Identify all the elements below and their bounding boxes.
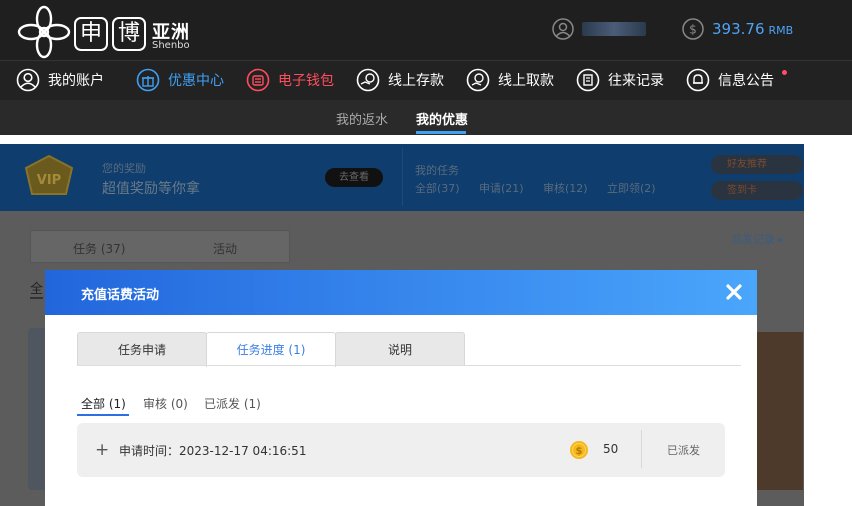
- brand-char-1: 申: [74, 17, 108, 51]
- brand-logo[interactable]: 申 博 亚洲 Shenbo: [14, 2, 204, 59]
- nav-promo-center[interactable]: 优惠中心: [136, 60, 224, 100]
- bg-tab-bar: 任务 (37) 活动: [30, 230, 290, 263]
- dispatch-records-link[interactable]: 派发记录 ▸: [731, 231, 784, 247]
- friend-referral-button[interactable]: 好友推荐: [711, 155, 803, 174]
- tab-task-progress[interactable]: 任务进度 (1): [206, 332, 336, 367]
- balance-amount: 393.76: [712, 20, 765, 38]
- expand-icon[interactable]: +: [95, 440, 109, 460]
- balance-display: 393.76 RMB: [712, 20, 793, 38]
- bg-card-left: [28, 328, 46, 490]
- filter-review[interactable]: 审核 (0): [143, 395, 188, 412]
- task-claim-count[interactable]: 立即领(2): [607, 180, 656, 196]
- record-separator: [641, 430, 642, 468]
- nav-my-account[interactable]: 我的账户: [16, 60, 104, 100]
- subnav-active-indicator: [416, 131, 466, 134]
- nav-announcements[interactable]: 信息公告: [686, 60, 774, 100]
- deposit-icon: [356, 68, 380, 92]
- tab-description[interactable]: 说明: [335, 332, 465, 366]
- svg-text:$: $: [689, 23, 697, 37]
- nav-e-wallet[interactable]: 电子钱包: [246, 60, 334, 100]
- close-icon[interactable]: [725, 283, 743, 301]
- withdraw-icon: [466, 68, 490, 92]
- flower-logo-icon: [17, 5, 71, 59]
- bell-icon: [686, 68, 710, 92]
- vip-badge-icon: VIP: [24, 154, 74, 195]
- user-icon: [16, 68, 40, 92]
- task-apply-count[interactable]: 申请(21): [479, 180, 524, 196]
- filter-all[interactable]: 全部 (1): [81, 395, 126, 412]
- task-review-count[interactable]: 审核(12): [543, 180, 588, 196]
- bg-filter-all[interactable]: 全: [30, 278, 44, 299]
- nav-label: 我的账户: [48, 73, 104, 89]
- reward-amount: 50: [603, 442, 619, 456]
- svg-text:VIP: VIP: [37, 173, 61, 188]
- nav-label: 线上取款: [498, 73, 554, 89]
- nav-online-withdraw[interactable]: 线上取款: [466, 60, 554, 100]
- nav-label: 往来记录: [608, 73, 664, 89]
- balance-unit: RMB: [768, 24, 794, 37]
- tab-task-apply[interactable]: 任务申请: [77, 332, 207, 366]
- filter-dispatched[interactable]: 已派发 (1): [204, 395, 261, 412]
- nav-online-deposit[interactable]: 线上存款: [356, 60, 444, 100]
- bg-card-right: [757, 332, 803, 490]
- apply-time: 申请时间：2023-12-17 04:16:51: [119, 444, 307, 458]
- record-status: 已派发: [667, 444, 700, 457]
- svg-text:$: $: [576, 446, 583, 457]
- wallet-icon: [246, 68, 270, 92]
- bg-tab-events[interactable]: 活动: [213, 240, 237, 257]
- nav-label: 优惠中心: [168, 73, 224, 89]
- user-avatar-icon[interactable]: [552, 18, 574, 40]
- filter-active-indicator: [77, 414, 129, 416]
- sub-nav: 我的返水 我的优惠: [0, 100, 852, 135]
- dollar-icon: $: [682, 18, 704, 40]
- subnav-my-rebate[interactable]: 我的返水: [336, 109, 388, 128]
- task-modal: 充值话费活动 任务申请 任务进度 (1) 说明 全部 (1) 审核 (0) 已派…: [45, 270, 757, 506]
- nav-label: 信息公告: [718, 73, 774, 89]
- nav-transaction-records[interactable]: 往来记录: [576, 60, 664, 100]
- bg-tab-tasks[interactable]: 任务 (37): [73, 240, 125, 257]
- subnav-my-promo[interactable]: 我的优惠: [416, 109, 468, 128]
- masked-username: [582, 22, 646, 36]
- reward-label: 您的奖励: [102, 162, 146, 175]
- nav-label: 线上存款: [388, 73, 444, 89]
- checkin-card-button[interactable]: 签到卡: [711, 181, 803, 200]
- top-header: 申 博 亚洲 Shenbo $ 393.76 RMB: [0, 0, 852, 60]
- banner-divider: [402, 148, 403, 206]
- nav-label: 电子钱包: [278, 73, 334, 89]
- coin-icon: $: [570, 441, 588, 459]
- task-all-count[interactable]: 全部(37): [415, 180, 460, 196]
- gift-icon: [136, 68, 160, 92]
- notification-dot: [782, 70, 787, 75]
- brand-en: Shenbo: [152, 40, 190, 51]
- tab-divider: [77, 365, 741, 366]
- record-row[interactable]: + 申请时间：2023-12-17 04:16:51 $ 50 已派发: [77, 423, 725, 477]
- reward-title: 超值奖励等你拿: [102, 181, 200, 197]
- records-icon: [576, 68, 600, 92]
- modal-header: 充值话费活动: [45, 270, 757, 315]
- view-reward-button[interactable]: 去查看: [325, 168, 383, 187]
- modal-title: 充值话费活动: [81, 288, 160, 303]
- brand-char-2: 博: [112, 17, 146, 51]
- task-label: 我的任务: [415, 164, 459, 177]
